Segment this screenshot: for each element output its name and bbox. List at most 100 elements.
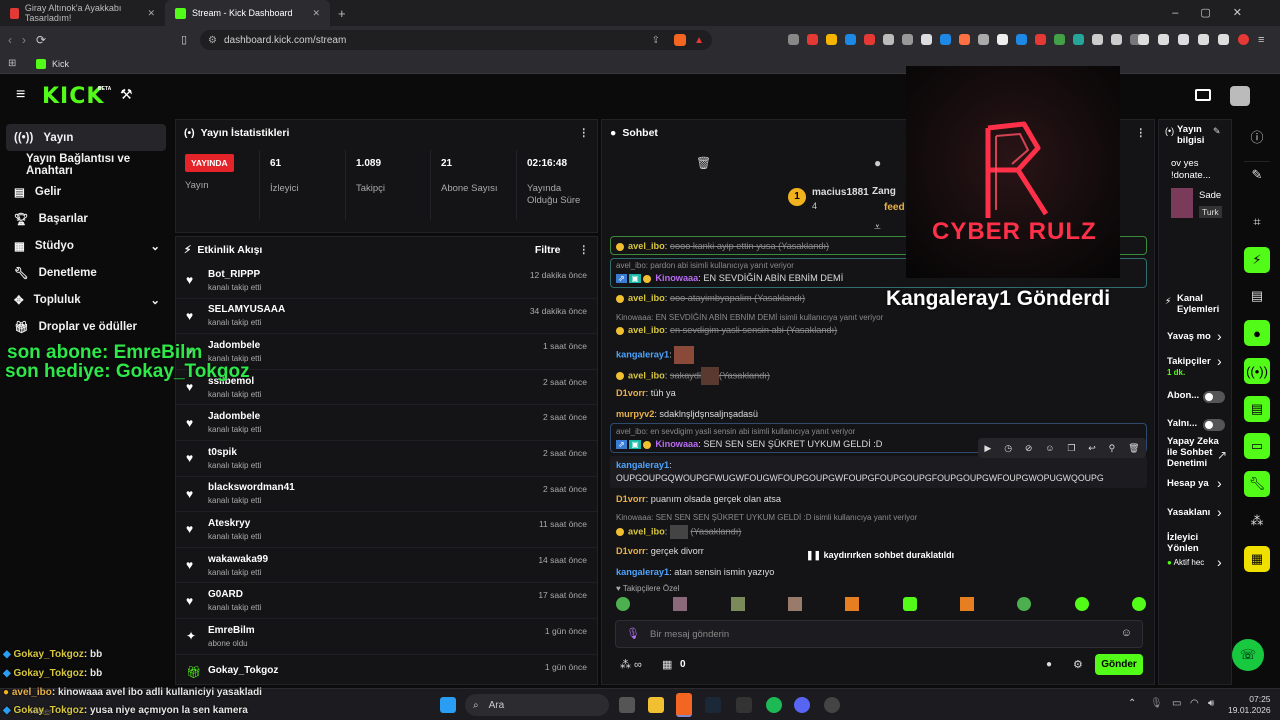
emote[interactable] bbox=[1017, 597, 1032, 611]
puzzle-icon[interactable] bbox=[1092, 34, 1103, 45]
back-icon[interactable]: ‹ bbox=[8, 33, 12, 47]
event-username[interactable]: EmreBilm bbox=[208, 625, 255, 636]
chat-username[interactable]: avel_ibo bbox=[628, 370, 665, 380]
chat-message[interactable]: ⇗ ▣ Kinowaaa: EN SEVDİĞİN ABİN EBNİM DEM… bbox=[616, 273, 843, 283]
creator-icon[interactable] bbox=[1195, 89, 1211, 101]
tab-kick-dashboard[interactable]: Stream - Kick Dashboard ✕ bbox=[165, 0, 330, 26]
channel-action-item[interactable]: İzleyici Yönlen bbox=[1167, 532, 1227, 554]
chat-message[interactable]: kangaleray1: atan sensin ismin yazıyo bbox=[616, 567, 774, 577]
chat-username[interactable]: D1vorr bbox=[616, 388, 646, 398]
display-icon[interactable]: ▭ bbox=[1172, 698, 1181, 709]
extension-icon[interactable] bbox=[921, 34, 932, 45]
chat-bubble-icon[interactable]: ● bbox=[1046, 659, 1052, 670]
extension-icon[interactable] bbox=[1054, 34, 1065, 45]
profile-icon[interactable] bbox=[1238, 34, 1249, 45]
toggle-switch[interactable] bbox=[1203, 419, 1225, 431]
chat-username[interactable]: avel_ibo bbox=[628, 293, 665, 303]
sidebar-item-basarilar[interactable]: 🏆︎ Başarılar bbox=[0, 205, 172, 232]
broadcast-icon[interactable]: ((•)) bbox=[1244, 358, 1270, 384]
sidebar-item-denetleme[interactable]: 🔧︎ Denetleme bbox=[0, 259, 172, 286]
brave-shield-icon[interactable] bbox=[674, 34, 686, 46]
collapse-icon[interactable]: ⩡ bbox=[874, 220, 881, 235]
activity-event[interactable]: ♥ wakawaka99 kanalı takip etti 14 saat önce bbox=[176, 548, 597, 584]
channel-points-icon[interactable]: ⁂ ∞ bbox=[620, 658, 642, 671]
play-icon[interactable]: ▶ bbox=[984, 443, 991, 454]
extension-icon[interactable] bbox=[902, 34, 913, 45]
extension-icon[interactable] bbox=[1198, 34, 1209, 45]
document-icon[interactable]: ▤ bbox=[1244, 283, 1270, 309]
extension-icon[interactable] bbox=[826, 34, 837, 45]
chat-username[interactable]: avel_ibo bbox=[628, 325, 665, 335]
volume-icon[interactable]: 🔊︎ bbox=[1208, 698, 1214, 709]
event-username[interactable]: t0spik bbox=[208, 447, 261, 458]
pin-icon[interactable]: ⚲ bbox=[1109, 443, 1116, 454]
extension-icon[interactable] bbox=[864, 34, 875, 45]
chat-username[interactable]: avel_ibo bbox=[628, 526, 665, 536]
chat-message[interactable]: D1vorr: tüh ya bbox=[616, 388, 676, 398]
clock[interactable]: 07:25 19.01.2026 bbox=[1228, 694, 1271, 716]
sidebar-item-yayin[interactable]: ((•)) Yayın bbox=[6, 124, 166, 151]
sidebar-icon[interactable] bbox=[1138, 34, 1149, 45]
extension-icon[interactable] bbox=[1073, 34, 1084, 45]
filter-button[interactable]: Filtre bbox=[535, 244, 561, 256]
emote[interactable] bbox=[616, 597, 630, 611]
event-username[interactable]: blackswordman41 bbox=[208, 482, 295, 493]
extension-icon[interactable] bbox=[959, 34, 970, 45]
menu-icon[interactable]: ≡ bbox=[1258, 34, 1264, 46]
extension-icon[interactable] bbox=[978, 34, 989, 45]
emote[interactable] bbox=[902, 597, 917, 611]
chat-username[interactable]: Kinowaaa bbox=[655, 439, 698, 449]
chat-message[interactable]: kangaleray1: bbox=[616, 346, 695, 364]
chat-message[interactable]: D1vorr: gerçek divorr bbox=[616, 546, 704, 556]
steam-icon[interactable] bbox=[705, 697, 721, 713]
chevron-right-icon[interactable]: › bbox=[1217, 353, 1222, 369]
sidebar-item-stream-key[interactable]: Yayın Bağlantısı ve Anahtarı bbox=[0, 151, 172, 178]
window-controls[interactable]: –▢✕ bbox=[1172, 6, 1264, 19]
chat-message[interactable]: avel_ibo: en sevdigim yasli sensin abi (… bbox=[616, 325, 837, 335]
hammer-icon[interactable]: ⚒ bbox=[120, 86, 133, 103]
activity-event[interactable]: ♥ blackswordman41 kanalı takip etti 2 saat … bbox=[176, 477, 597, 513]
activity-event[interactable]: ♥ G0ARD kanalı takip etti 17 saat önce bbox=[176, 583, 597, 619]
event-username[interactable]: Jadombele bbox=[208, 340, 261, 351]
bolt-icon[interactable]: ⚡︎ bbox=[1244, 247, 1270, 273]
chevron-down-icon[interactable]: ⌄ bbox=[150, 293, 160, 307]
copy-icon[interactable]: ❐ bbox=[1067, 443, 1075, 454]
activity-event[interactable]: ♥ Bot_RIPPP kanalı takip etti 12 dakika önc… bbox=[176, 263, 597, 299]
activity-event[interactable]: ♥ Jadombele kanalı takip etti 2 saat önce bbox=[176, 405, 597, 441]
activity-event[interactable]: ♥ Ateskryy kanalı takip etti 11 saat önce bbox=[176, 512, 597, 548]
avatar[interactable] bbox=[1230, 86, 1250, 106]
chat-username[interactable]: kangaleray1 bbox=[616, 567, 669, 577]
ban-icon[interactable]: ⊘ bbox=[1025, 443, 1033, 454]
trash-icon[interactable]: 🗑︎ bbox=[1128, 443, 1139, 454]
extension-icon[interactable] bbox=[883, 34, 894, 45]
store-icon[interactable]: ▦ bbox=[662, 658, 672, 671]
pinned-user[interactable]: feed bbox=[884, 202, 905, 213]
taskbar-search[interactable]: ⌕ Ara bbox=[465, 694, 609, 716]
obs-icon[interactable] bbox=[824, 697, 840, 713]
crop-icon[interactable]: ⌗ bbox=[1244, 209, 1270, 235]
emote[interactable] bbox=[1074, 597, 1089, 611]
trash-icon[interactable]: 🗑︎ bbox=[696, 156, 711, 170]
toggle-switch[interactable] bbox=[1203, 391, 1225, 403]
more-icon[interactable]: ⋮ bbox=[1136, 127, 1147, 139]
pinned-user[interactable]: macius1881 bbox=[812, 187, 869, 198]
emote[interactable] bbox=[787, 597, 802, 611]
sidebar-item-studyo[interactable]: ▦ Stüdyo ⌄ bbox=[0, 232, 172, 259]
emote-icon[interactable]: ☺ bbox=[1045, 443, 1054, 453]
chat-message[interactable]: D1vorr: puanım olsada gerçek olan atsa bbox=[616, 494, 781, 504]
extension-icon[interactable] bbox=[1178, 34, 1189, 45]
chat-username[interactable]: avel_ibo bbox=[628, 241, 665, 251]
extension-icon[interactable] bbox=[940, 34, 951, 45]
chat-paused-notice[interactable]: ❚❚ kaydırırken sohbet duraklatıldı bbox=[806, 550, 954, 561]
chat-username[interactable]: D1vorr bbox=[616, 546, 646, 556]
chat-message[interactable]: avel_ibo: ooo atayimbyapalim (Yasaklandı… bbox=[616, 293, 805, 303]
kick-logo[interactable]: KICK bbox=[42, 84, 104, 109]
share-icon[interactable]: ⇪ bbox=[652, 35, 660, 46]
chat-bubble-icon[interactable]: ● bbox=[874, 156, 881, 170]
extension-icon[interactable] bbox=[845, 34, 856, 45]
chat-username[interactable]: kangaleray1 bbox=[616, 349, 669, 359]
event-username[interactable]: Bot_RIPPP bbox=[208, 269, 261, 280]
pencil-icon[interactable]: ✎ bbox=[1244, 161, 1270, 187]
windows-start-icon[interactable] bbox=[440, 697, 456, 713]
more-icon[interactable]: ⋮ bbox=[579, 244, 590, 256]
